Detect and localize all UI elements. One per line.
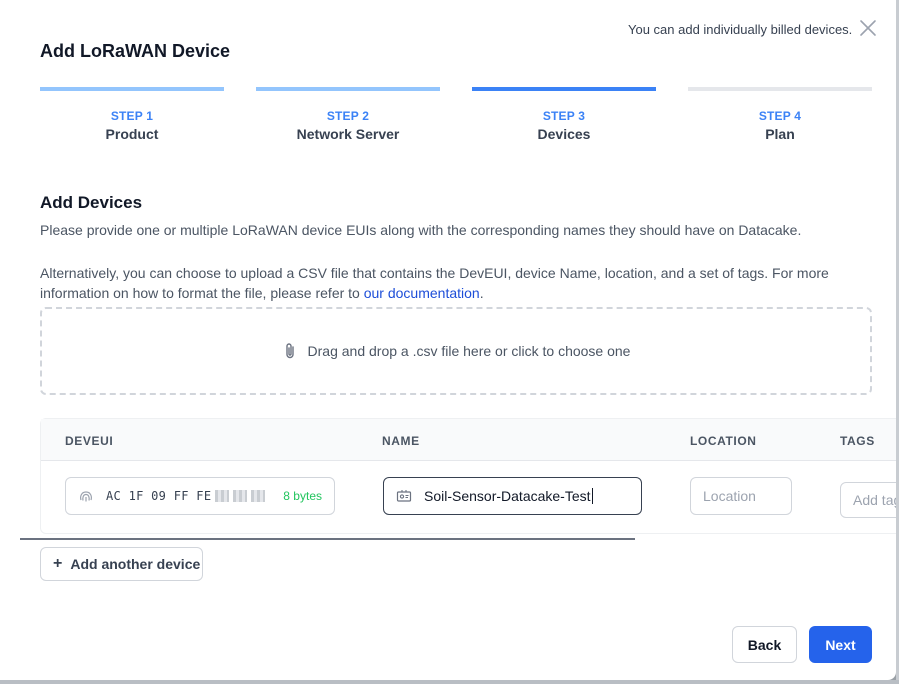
device-name-input[interactable]: Soil-Sensor-Datacake-Test — [383, 477, 642, 515]
column-deveui: DEVEUI — [65, 434, 114, 448]
deveui-value: AC 1F 09 FF FE — [106, 489, 212, 503]
column-location: LOCATION — [690, 434, 757, 448]
paperclip-icon — [285, 343, 294, 359]
next-button[interactable]: Next — [809, 626, 872, 663]
text-caret — [591, 488, 593, 504]
backdrop-edge — [0, 680, 899, 684]
back-button[interactable]: Back — [732, 626, 797, 663]
step-label: Product — [105, 126, 159, 142]
add-device-modal: You can add individually billed devices.… — [0, 0, 896, 680]
add-device-label: Add another device — [70, 556, 201, 572]
deveui-input[interactable]: AC 1F 09 FF FE 8 bytes — [65, 477, 335, 515]
step-bar — [472, 87, 656, 91]
step-devices[interactable]: STEP 3 Devices — [472, 87, 656, 147]
tags-input[interactable]: Add tags — [840, 482, 896, 518]
redacted-bytes — [215, 490, 230, 502]
section-title: Add Devices — [40, 193, 143, 212]
step-product[interactable]: STEP 1 Product — [40, 87, 224, 147]
column-name: NAME — [382, 434, 420, 448]
redacted-bytes — [233, 490, 248, 502]
step-number: STEP 2 — [326, 109, 370, 123]
step-label: Devices — [537, 126, 591, 142]
column-tags: TAGS — [840, 434, 875, 448]
step-number: STEP 4 — [758, 109, 802, 123]
section-description: Please provide one or multiple LoRaWAN d… — [40, 222, 802, 238]
modal-title: Add LoRaWAN Device — [40, 41, 231, 61]
location-input[interactable]: Location — [690, 477, 792, 515]
csv-dropzone[interactable]: Drag and drop a .csv file here or click … — [40, 307, 872, 395]
step-label: Network Server — [296, 126, 400, 142]
step-bar — [688, 87, 872, 91]
documentation-link[interactable]: our documentation — [364, 285, 480, 301]
step-plan[interactable]: STEP 4 Plan — [688, 87, 872, 147]
billing-note: You can add individually billed devices. — [628, 22, 853, 37]
device-name-value: Soil-Sensor-Datacake-Test — [424, 488, 591, 504]
csv-description: Alternatively, you can choose to upload … — [40, 263, 870, 303]
step-number: STEP 1 — [110, 109, 154, 123]
devices-table: DEVEUI NAME LOCATION TAGS AC 1F 09 FF FE… — [40, 418, 896, 534]
table-header: DEVEUI NAME LOCATION TAGS — [41, 419, 896, 461]
step-network-server[interactable]: STEP 2 Network Server — [256, 87, 440, 147]
stepper: STEP 1 Product STEP 2 Network Server STE… — [40, 87, 872, 147]
step-bar — [40, 87, 224, 91]
fingerprint-icon — [80, 491, 92, 502]
byte-count: 8 bytes — [283, 489, 322, 503]
plus-icon: + — [53, 555, 63, 572]
step-label: Plan — [765, 126, 795, 142]
dropzone-text: Drag and drop a .csv file here or click … — [307, 343, 631, 359]
step-bar — [256, 87, 440, 91]
id-card-icon — [396, 490, 412, 502]
close-icon[interactable] — [858, 18, 878, 38]
horizontal-scrollbar[interactable] — [20, 538, 635, 540]
step-number: STEP 3 — [542, 109, 586, 123]
redacted-bytes — [251, 490, 266, 502]
add-another-device-button[interactable]: + Add another device — [40, 547, 203, 581]
csv-description-end: . — [479, 285, 484, 301]
